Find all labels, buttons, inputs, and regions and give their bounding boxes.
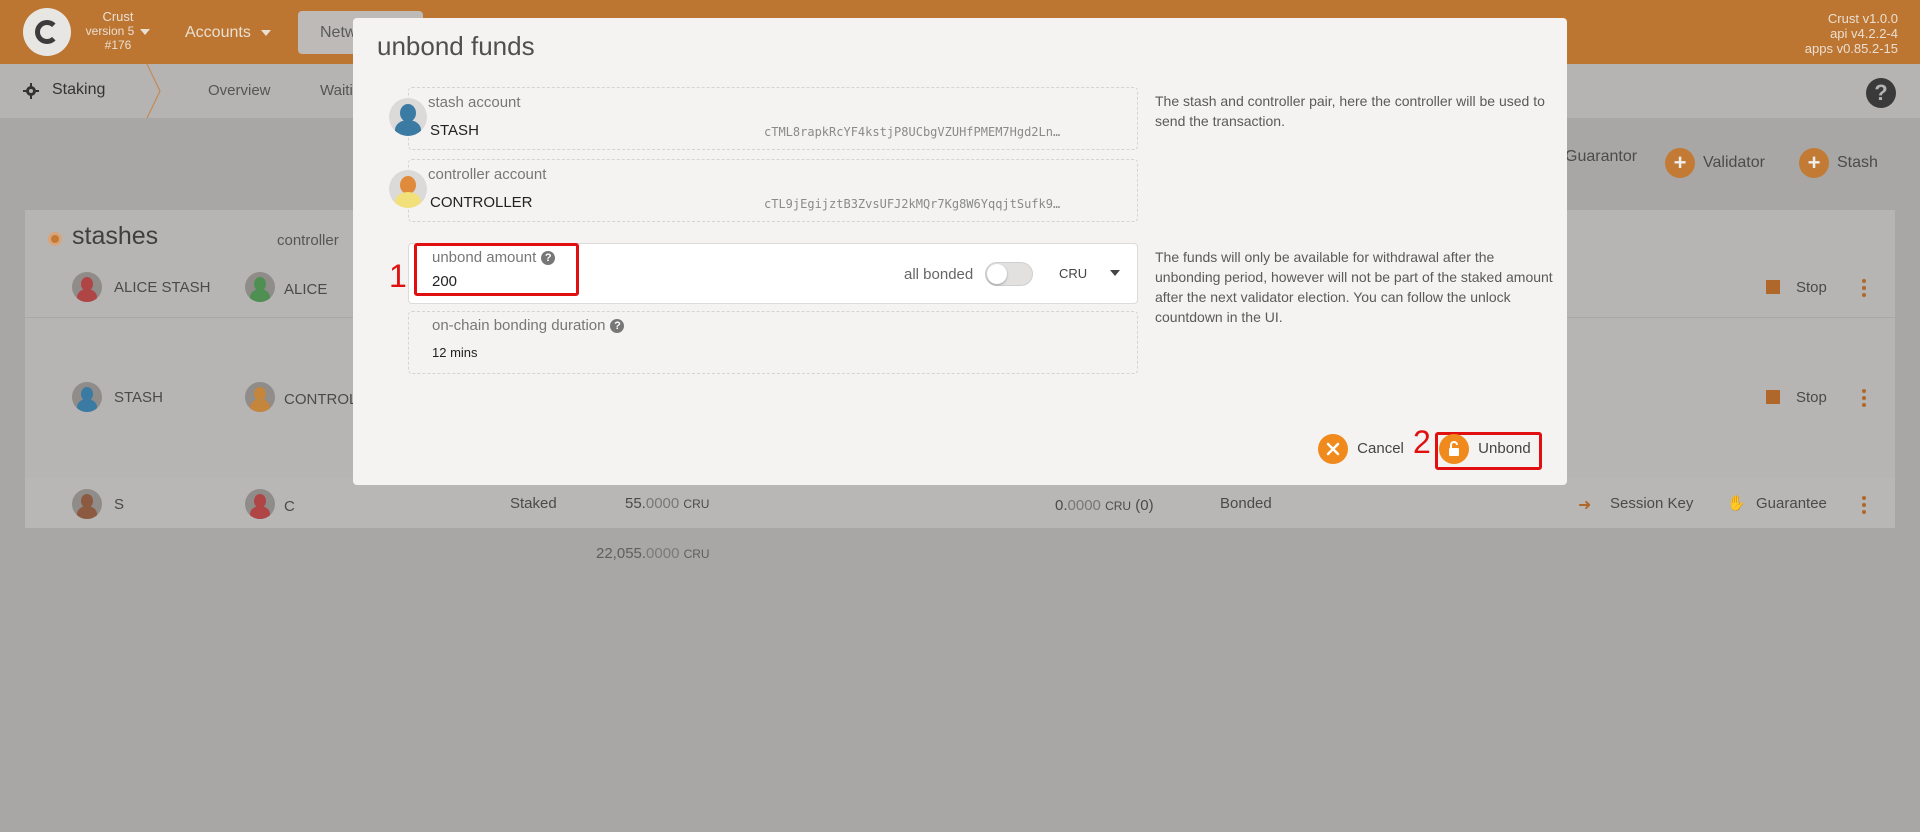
bond-state: Bonded xyxy=(1220,495,1272,512)
stash-avatar xyxy=(389,98,427,136)
nav-accounts[interactable]: Accounts xyxy=(185,24,271,42)
bonding-duration-value: 12 mins xyxy=(432,345,478,360)
crust-logo-icon[interactable] xyxy=(23,8,71,56)
plus-icon: + xyxy=(1665,148,1695,178)
avatar[interactable] xyxy=(245,272,275,302)
block-number: #176 xyxy=(104,38,132,52)
all-bonded-toggle[interactable] xyxy=(985,262,1033,286)
chevron-down-icon xyxy=(260,29,271,36)
chain-name: Crust xyxy=(102,9,134,24)
modal-title: unbond funds xyxy=(377,31,535,61)
column-controller: controller xyxy=(277,232,339,249)
session-key-button[interactable]: Session Key xyxy=(1610,495,1693,512)
stash-name: ALICE STASH xyxy=(114,279,211,296)
controller-name: ALICE xyxy=(284,281,328,298)
stop-button[interactable]: Stop xyxy=(1796,389,1827,406)
more-menu-icon[interactable] xyxy=(1862,279,1866,300)
bonding-duration-label: on-chain bonding duration? xyxy=(432,317,625,334)
controller-account-label: controller account xyxy=(428,166,547,183)
avatar[interactable] xyxy=(72,382,102,412)
breadcrumb-separator-icon xyxy=(146,64,161,118)
stash-name: S xyxy=(114,496,125,513)
annotation-number-1: 1 xyxy=(389,258,407,294)
guarantee-button[interactable]: Guarantee xyxy=(1756,495,1827,512)
version-info: Crust v1.0.0 api v4.2.2-4 apps v0.85.2-1… xyxy=(1804,11,1898,56)
all-bonded-label: all bonded xyxy=(904,266,974,283)
controller-account-field[interactable]: controller account CONTROLLER cTL9jEgijz… xyxy=(408,159,1138,222)
stop-button[interactable]: Stop xyxy=(1796,279,1827,296)
close-icon xyxy=(1318,434,1348,464)
plus-icon: + xyxy=(1799,148,1829,178)
chevron-down-icon xyxy=(140,28,151,35)
gear-icon xyxy=(23,83,39,99)
hand-icon: ✋ xyxy=(1727,495,1746,512)
accounts-help-text: The stash and controller pair, here the … xyxy=(1155,93,1545,129)
help-icon[interactable]: ? xyxy=(1866,78,1896,108)
add-stash-button[interactable]: + Stash xyxy=(1799,148,1878,178)
more-menu-icon[interactable] xyxy=(1862,496,1866,517)
unbond-button[interactable]: Unbond xyxy=(1439,434,1531,464)
cancel-button[interactable]: Cancel xyxy=(1318,434,1404,464)
more-menu-icon[interactable] xyxy=(1862,389,1866,410)
controller-account-name: CONTROLLER xyxy=(430,194,533,211)
add-guarantor-button[interactable]: Guarantor xyxy=(1565,148,1637,166)
bonding-duration-field: on-chain bonding duration? 12 mins xyxy=(408,311,1138,374)
stash-name: STASH xyxy=(114,389,163,406)
stash-address: cTML8rapkRcYF4kstjP8UCbgVZUHfPMEM7Hgd2Ln… xyxy=(764,125,1061,139)
chain-selector[interactable]: Crust version 5 #176 xyxy=(78,10,158,52)
avatar[interactable] xyxy=(245,489,275,519)
tab-overview[interactable]: Overview xyxy=(208,82,271,99)
controller-name: C xyxy=(284,498,295,515)
bonded-amount: 55.0000 CRU xyxy=(625,495,710,512)
status-text: Staked xyxy=(510,495,557,512)
unbond-modal: unbond funds stash account STASH cTML8ra… xyxy=(353,18,1567,485)
add-validator-button[interactable]: + Validator xyxy=(1665,148,1765,178)
unit-select[interactable]: CRU xyxy=(1059,266,1087,281)
question-icon: ? xyxy=(610,319,625,333)
annotation-number-2: 2 xyxy=(1413,424,1431,460)
stashes-title: stashes xyxy=(72,222,159,250)
controller-avatar xyxy=(389,170,427,208)
session-key-icon: ➜ xyxy=(1578,497,1592,514)
stash-account-field[interactable]: stash account STASH cTML8rapkRcYF4kstjP8… xyxy=(408,87,1138,150)
stop-icon xyxy=(1766,390,1780,404)
total-bonded: 22,055.0000 CRU xyxy=(596,545,710,562)
stash-account-label: stash account xyxy=(428,94,521,111)
stop-icon xyxy=(1766,280,1780,294)
subnav-staking[interactable]: Staking xyxy=(52,81,105,99)
controller-address: cTL9jEgijztB3ZvsUFJ2kMQr7Kg8W6YqqjtSufk9… xyxy=(764,197,1061,211)
controller-name: CONTROL xyxy=(284,391,358,408)
unbonding-amount: 0.0000 CRU (0) xyxy=(1055,497,1154,514)
stash-account-name: STASH xyxy=(430,122,479,139)
status-dot xyxy=(48,232,62,246)
chain-version: version 5 xyxy=(85,24,135,38)
unlock-icon xyxy=(1439,434,1469,464)
annotation-box-1 xyxy=(414,243,579,296)
avatar[interactable] xyxy=(72,272,102,302)
caret-down-icon[interactable] xyxy=(1110,270,1120,276)
tab-waiting[interactable]: Waiti xyxy=(320,82,353,99)
amount-help-text: The funds will only be available for wit… xyxy=(1155,249,1553,325)
avatar[interactable] xyxy=(245,382,275,412)
avatar[interactable] xyxy=(72,489,102,519)
